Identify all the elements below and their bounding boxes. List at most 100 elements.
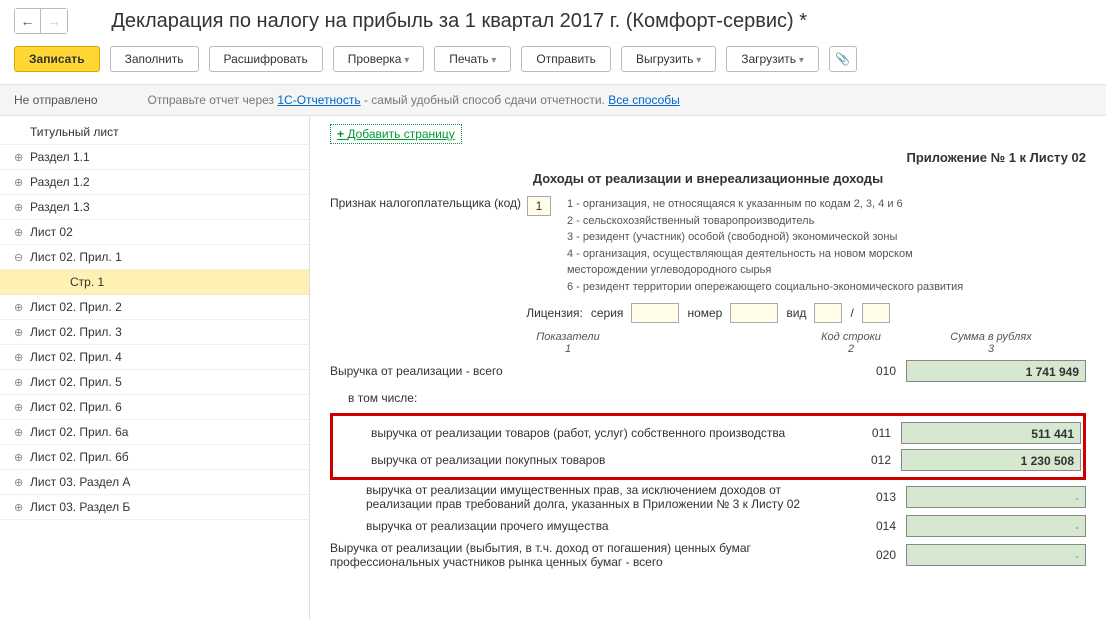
tree-item[interactable]: ⊕Раздел 1.3 [0,195,309,220]
data-row: Выручка от реализации - всего010 1 741 94… [330,359,1086,383]
data-row: выручка от реализации покупных товаров01… [335,448,1081,472]
tree-item-label: Лист 03. Раздел Б [30,500,130,514]
value-input[interactable]: 1 741 949 [906,360,1086,382]
decode-button[interactable]: Расшифровать [209,46,323,72]
license-type1-input[interactable] [814,303,842,323]
tree-item[interactable]: ⊕Раздел 1.2 [0,170,309,195]
appendix-title: Приложение № 1 к Листу 02 [330,150,1086,165]
print-button[interactable]: Печать [434,46,511,72]
tree-item[interactable]: ⊕Лист 02. Прил. 4 [0,345,309,370]
license-row: Лицензия: серия номер вид / [330,303,1086,323]
expand-icon[interactable]: ⊕ [14,501,30,514]
data-row: выручка от реализации товаров (работ, ус… [335,421,1081,445]
section-title: Доходы от реализации и внереализационные… [330,171,1086,186]
row-description: Выручка от реализации - всего [330,364,856,378]
value-input[interactable]: - [906,515,1086,537]
tree-item-label: Лист 02. Прил. 6а [30,425,128,439]
expand-icon[interactable]: ⊕ [14,476,30,489]
tree-item[interactable]: ⊕Лист 02. Прил. 6а [0,420,309,445]
expand-icon[interactable]: ⊕ [14,426,30,439]
value-input[interactable]: 1 230 508 [901,449,1081,471]
sidebar-tree: ·Титульный лист⊕Раздел 1.1⊕Раздел 1.2⊕Ра… [0,116,310,619]
expand-icon[interactable]: ⊖ [14,251,30,264]
license-type2-input[interactable] [862,303,890,323]
taxpayer-label: Признак налогоплательщика (код) [330,196,521,210]
row-description: Выручка от реализации (выбытия, в т.ч. д… [330,541,856,569]
row-code: 011 [851,426,891,440]
check-button[interactable]: Проверка [333,46,425,72]
value-input[interactable]: - [906,544,1086,566]
all-methods-link[interactable]: Все способы [608,93,680,107]
expand-icon[interactable]: ⊕ [14,326,30,339]
row-code: 010 [856,364,896,378]
tree-item[interactable]: ·Стр. 1 [0,270,309,295]
tree-item[interactable]: ⊕Лист 02. Прил. 2 [0,295,309,320]
row-description: выручка от реализации товаров (работ, ус… [335,426,851,440]
tree-item[interactable]: ⊕Лист 02. Прил. 6 [0,395,309,420]
license-serie-input[interactable] [631,303,679,323]
tree-item-label: Лист 02. Прил. 2 [30,300,122,314]
taxpayer-hints: 1 - организация, не относящаяся к указан… [567,196,963,295]
download-button[interactable]: Загрузить [726,46,819,72]
paperclip-icon: 📎 [835,52,850,66]
status-label: Не отправлено [14,93,98,107]
row-description: выручка от реализации прочего имущества [330,519,856,533]
tree-item-label: Лист 02. Прил. 1 [30,250,122,264]
row-code: 013 [856,490,896,504]
expand-icon[interactable]: ⊕ [14,351,30,364]
license-number-input[interactable] [730,303,778,323]
tree-item[interactable]: ⊖Лист 02. Прил. 1 [0,245,309,270]
add-page-link[interactable]: Добавить страницу [330,124,462,144]
value-input[interactable]: - [906,486,1086,508]
fill-button[interactable]: Заполнить [110,46,199,72]
tree-item[interactable]: ⊕Лист 03. Раздел Б [0,495,309,520]
row-code: 020 [856,548,896,562]
status-message: Отправьте отчет через 1С-Отчетность - са… [148,93,680,107]
tree-item-label: Раздел 1.2 [30,175,90,189]
expand-icon[interactable]: ⊕ [14,151,30,164]
tree-item[interactable]: ⊕Лист 02 [0,220,309,245]
expand-icon[interactable]: ⊕ [14,201,30,214]
tree-item-label: Лист 02. Прил. 3 [30,325,122,339]
expand-icon[interactable]: ⊕ [14,401,30,414]
tree-item[interactable]: ·Титульный лист [0,120,309,145]
row-description: в том числе: [330,391,1086,405]
nav-forward-button[interactable]: → [41,9,67,33]
data-row: выручка от реализации имущественных прав… [330,483,1086,511]
tree-item[interactable]: ⊕Лист 02. Прил. 3 [0,320,309,345]
attach-button[interactable]: 📎 [829,46,857,72]
tree-item[interactable]: ⊕Лист 03. Раздел А [0,470,309,495]
expand-icon[interactable]: ⊕ [14,301,30,314]
tree-item-label: Титульный лист [30,125,119,139]
value-input[interactable]: 511 441 [901,422,1081,444]
tree-item[interactable]: ⊕Раздел 1.1 [0,145,309,170]
data-row: выручка от реализации прочего имущества0… [330,514,1086,538]
tree-item-label: Раздел 1.1 [30,150,90,164]
nav-back-button[interactable]: ← [15,9,41,33]
send-button[interactable]: Отправить [521,46,611,72]
tree-item-label: Стр. 1 [70,275,104,289]
save-button[interactable]: Записать [14,46,100,72]
tree-item-label: Лист 02 [30,225,73,239]
row-code: 012 [851,453,891,467]
reporting-link[interactable]: 1С-Отчетность [277,93,360,107]
row-code: 014 [856,519,896,533]
expand-icon[interactable]: ⊕ [14,451,30,464]
tree-item-label: Лист 02. Прил. 6 [30,400,122,414]
tree-item[interactable]: ⊕Лист 02. Прил. 5 [0,370,309,395]
highlight-box: выручка от реализации товаров (работ, ус… [330,413,1086,480]
tree-item-label: Лист 02. Прил. 6б [30,450,129,464]
expand-icon[interactable]: ⊕ [14,176,30,189]
page-title: Декларация по налогу на прибыль за 1 ква… [111,10,807,33]
data-row: в том числе: [330,386,1086,410]
expand-icon[interactable]: ⊕ [14,376,30,389]
taxpayer-code-input[interactable]: 1 [527,196,551,216]
row-description: выручка от реализации покупных товаров [335,453,851,467]
upload-button[interactable]: Выгрузить [621,46,716,72]
tree-item-label: Лист 02. Прил. 4 [30,350,122,364]
tree-item-label: Раздел 1.3 [30,200,90,214]
row-description: выручка от реализации имущественных прав… [330,483,856,511]
tree-item[interactable]: ⊕Лист 02. Прил. 6б [0,445,309,470]
expand-icon[interactable]: ⊕ [14,226,30,239]
tree-item-label: Лист 02. Прил. 5 [30,375,122,389]
